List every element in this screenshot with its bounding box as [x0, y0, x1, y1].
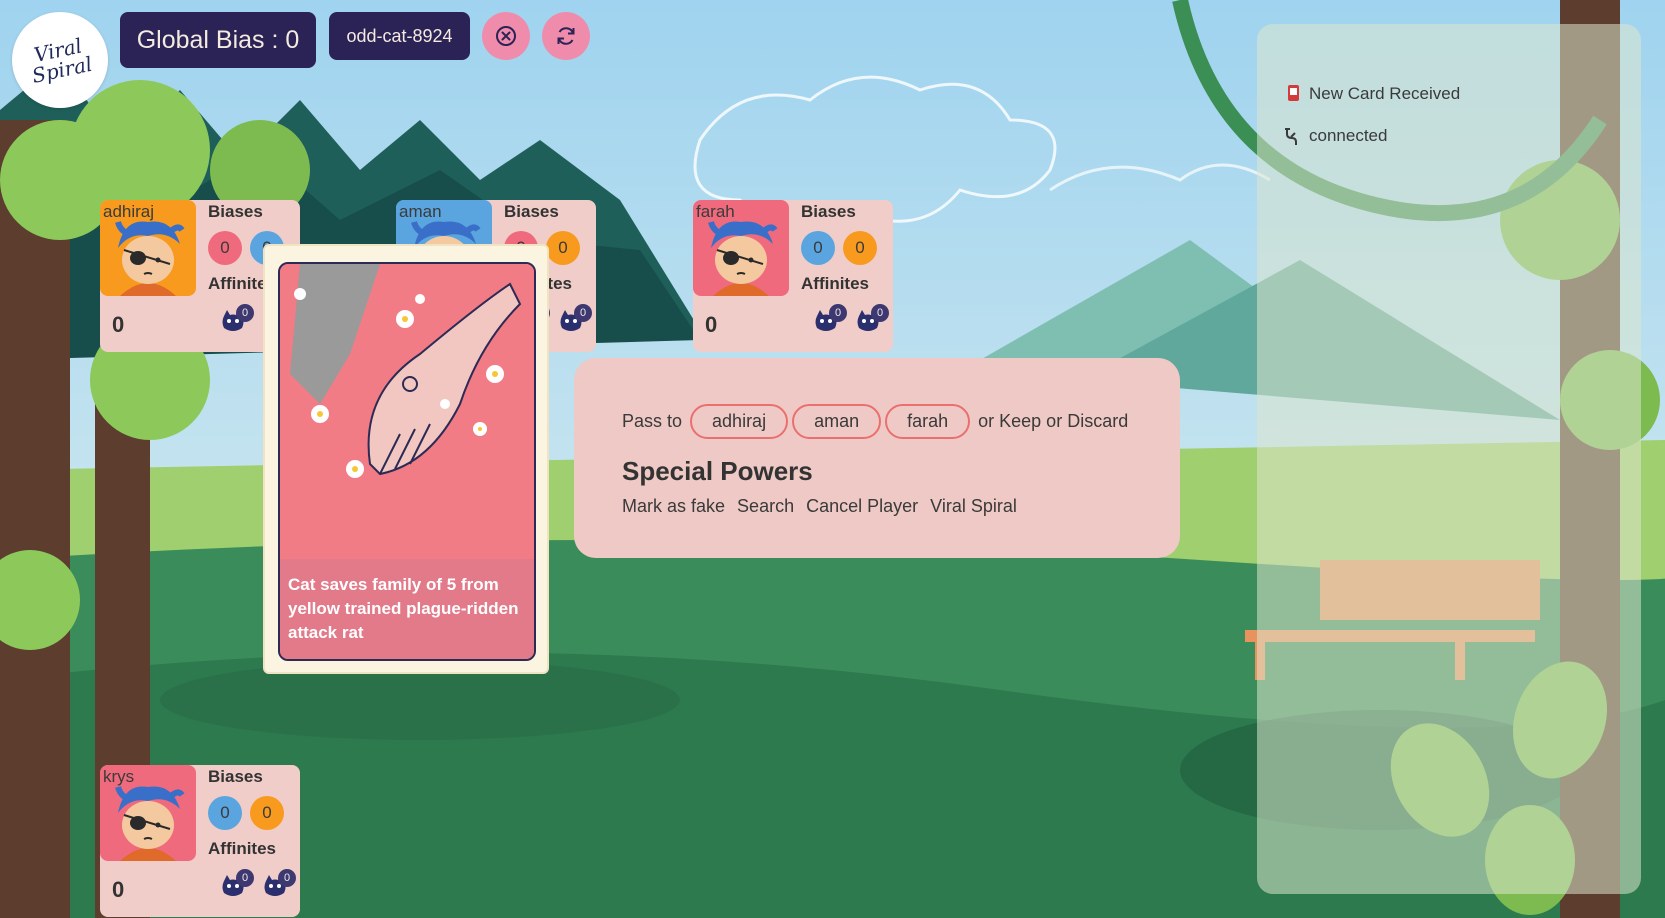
affinities-label: Affinites — [801, 274, 869, 293]
biases-label: Biases — [504, 202, 559, 221]
room-name-badge: odd-cat-8924 — [329, 12, 470, 60]
special-powers-list: Mark as fake Search Cancel Player Viral … — [622, 496, 1017, 517]
bias-counter: 0 — [250, 796, 284, 830]
plug-icon — [1285, 128, 1297, 145]
affinity-count: 0 — [574, 304, 592, 322]
close-circle-icon — [496, 26, 516, 46]
bias-counter: 0 — [208, 796, 242, 830]
pass-to-adhiraj-button[interactable]: adhiraj — [690, 404, 789, 439]
mark-as-fake-button[interactable]: Mark as fake — [622, 496, 725, 517]
cancel-player-button[interactable]: Cancel Player — [806, 496, 918, 517]
refresh-button[interactable] — [542, 12, 590, 60]
card-headline: Cat saves family of 5 from yellow traine… — [280, 559, 534, 659]
viral-spiral-logo: Viral Spiral — [12, 12, 108, 108]
player-name: aman — [399, 202, 442, 221]
affinity-count: 0 — [236, 869, 254, 887]
pass-to-farah-button[interactable]: farah — [885, 404, 971, 439]
bias-counter: 0 — [843, 231, 877, 265]
close-game-button[interactable] — [482, 12, 530, 60]
card-icon — [1288, 85, 1299, 101]
player-name: krys — [103, 767, 135, 786]
affinity-count: 0 — [236, 304, 254, 322]
pass-row: Pass to adhiraj aman farah or Keep or Di… — [622, 404, 1128, 439]
log-new-card-text: New Card Received — [1309, 84, 1461, 103]
biases-label: Biases — [801, 202, 856, 221]
special-powers-title: Special Powers — [622, 456, 813, 486]
keep-or-discard-label[interactable]: or Keep or Discard — [978, 411, 1128, 432]
affinity-count: 0 — [829, 304, 847, 322]
news-card[interactable]: Cat saves family of 5 from yellow traine… — [263, 244, 549, 674]
log-entry-connection: connected — [1283, 126, 1387, 146]
log-entry-new-card: New Card Received — [1283, 84, 1460, 104]
player-name: farah — [696, 202, 735, 221]
action-panel: Pass to adhiraj aman farah or Keep or Di… — [574, 358, 1180, 558]
affinity-count: 0 — [278, 869, 296, 887]
affinity-count: 0 — [871, 304, 889, 322]
bias-counter: 0 — [208, 231, 242, 265]
biases-label: Biases — [208, 767, 263, 786]
player-score: 0 — [112, 877, 125, 902]
bias-counter: 0 — [801, 231, 835, 265]
news-card-face: Cat saves family of 5 from yellow traine… — [278, 262, 536, 661]
global-bias-display: Global Bias : 0 — [120, 12, 316, 68]
activity-log-panel: New Card Received connected — [1257, 24, 1641, 894]
card-illustration — [280, 264, 534, 559]
search-button[interactable]: Search — [737, 496, 794, 517]
player-score: 0 — [705, 312, 718, 337]
logo-text: Viral Spiral — [29, 33, 95, 88]
pass-to-aman-button[interactable]: aman — [792, 404, 882, 439]
log-connection-text: connected — [1309, 126, 1388, 145]
affinities-label: Affinites — [208, 839, 276, 858]
pass-to-label: Pass to — [622, 411, 683, 431]
player-name: adhiraj — [103, 202, 155, 221]
viral-spiral-button[interactable]: Viral Spiral — [930, 496, 1017, 517]
bias-counter: 0 — [546, 231, 580, 265]
refresh-icon — [557, 27, 575, 45]
biases-label: Biases — [208, 202, 263, 221]
player-card-farah[interactable]: farah Biases 0 0 Affinites 0 0 0 — [693, 200, 893, 352]
player-card-krys[interactable]: krys Biases 0 0 Affinites 0 0 0 — [100, 765, 300, 917]
player-score: 0 — [112, 312, 125, 337]
